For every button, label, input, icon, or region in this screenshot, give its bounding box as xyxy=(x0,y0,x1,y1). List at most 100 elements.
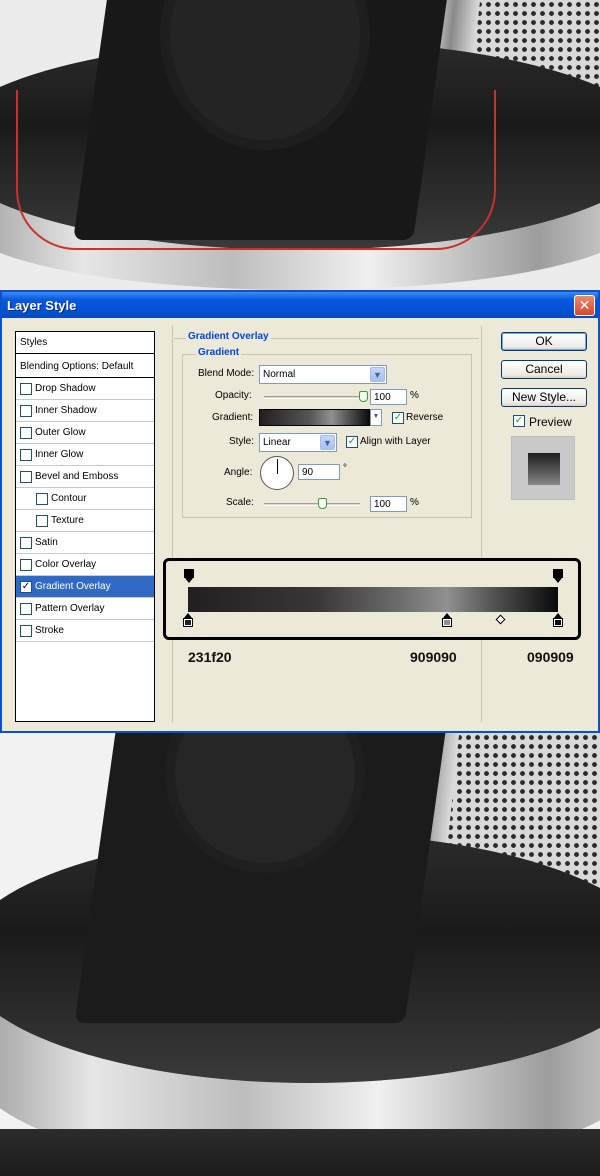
style-item-inner-glow[interactable]: Inner Glow xyxy=(16,444,154,466)
opacity-slider-thumb[interactable] xyxy=(359,391,368,402)
preview-label: Preview xyxy=(529,415,572,429)
gradient-group-title: Gradient xyxy=(196,347,242,358)
opacity-label: Opacity: xyxy=(215,390,252,401)
style-checkbox[interactable] xyxy=(20,625,32,637)
style-item-label: Stroke xyxy=(35,625,64,636)
blending-options-label: Blending Options: Default xyxy=(20,361,134,372)
style-checkbox[interactable] xyxy=(36,493,48,505)
style-item-stroke[interactable]: Stroke xyxy=(16,620,154,642)
scale-slider[interactable] xyxy=(264,503,360,506)
styles-header[interactable]: Styles xyxy=(16,332,154,354)
opacity-stop-tip xyxy=(185,578,193,583)
opacity-slider[interactable] xyxy=(264,396,364,399)
cancel-button[interactable]: Cancel xyxy=(501,360,587,379)
styles-header-label: Styles xyxy=(20,337,48,348)
color-stop-fill xyxy=(185,620,191,625)
preview-checkbox[interactable]: ✓ xyxy=(513,415,525,427)
ok-button[interactable]: OK xyxy=(501,332,587,351)
preview-swatch xyxy=(528,453,560,485)
style-item-gradient-overlay[interactable]: ✓ Gradient Overlay xyxy=(16,576,154,598)
title-bar[interactable]: Layer Style ✕ xyxy=(2,292,598,318)
style-item-inner-shadow[interactable]: Inner Shadow xyxy=(16,400,154,422)
chevron-down-icon: ▼ xyxy=(320,435,335,450)
style-item-label: Drop Shadow xyxy=(35,383,96,394)
color-stop-fill xyxy=(555,620,561,625)
style-item-label: Bevel and Emboss xyxy=(35,471,119,482)
close-button[interactable]: ✕ xyxy=(574,295,595,316)
blend-mode-label: Blend Mode: xyxy=(198,368,255,379)
angle-value: 90 xyxy=(302,467,314,478)
color-stop-fill xyxy=(444,620,450,625)
style-item-label: Texture xyxy=(51,515,84,526)
angle-label: Angle: xyxy=(224,467,253,478)
style-item-color-overlay[interactable]: Color Overlay xyxy=(16,554,154,576)
style-checkbox[interactable] xyxy=(20,603,32,615)
angle-input[interactable]: 90 xyxy=(298,464,340,480)
opacity-value: 100 xyxy=(374,392,391,403)
style-item-outer-glow[interactable]: Outer Glow xyxy=(16,422,154,444)
angle-unit: ° xyxy=(343,463,347,474)
scale-input[interactable]: 100 xyxy=(370,496,407,512)
scale-unit: % xyxy=(410,497,419,508)
blend-mode-select[interactable]: Normal ▼ xyxy=(259,365,387,384)
color-stop-label: 909090 xyxy=(410,649,457,665)
scale-label: Scale: xyxy=(226,497,254,508)
style-checkbox[interactable] xyxy=(20,537,32,549)
chevron-down-icon: ▼ xyxy=(371,410,381,425)
style-checkbox[interactable] xyxy=(20,559,32,571)
color-stop-090909[interactable] xyxy=(553,613,563,627)
color-stop-231f20[interactable] xyxy=(183,613,193,627)
layer-style-dialog: Layer Style ✕ Styles Blending Options: D… xyxy=(0,290,600,733)
gradient-editor-callout xyxy=(163,558,581,640)
check-icon: ✓ xyxy=(393,412,403,423)
style-item-label: Outer Glow xyxy=(35,427,86,438)
style-checkbox[interactable] xyxy=(36,515,48,527)
blending-options[interactable]: Blending Options: Default xyxy=(16,356,154,378)
style-checkbox[interactable]: ✓ xyxy=(20,581,32,593)
opacity-stop-tip xyxy=(554,578,562,583)
new-style-button[interactable]: New Style... xyxy=(501,388,587,407)
blend-mode-value: Normal xyxy=(263,369,296,380)
style-item-label: Color Overlay xyxy=(35,559,97,570)
gradient-midpoint[interactable] xyxy=(495,614,506,625)
check-icon: ✓ xyxy=(347,436,357,447)
style-item-bevel-and-emboss[interactable]: Bevel and Emboss xyxy=(16,466,154,488)
opacity-stop-right[interactable] xyxy=(553,569,563,583)
gradient-dropdown[interactable]: ▼ xyxy=(370,409,382,426)
opacity-stop-body xyxy=(184,569,194,578)
style-item-satin[interactable]: Satin xyxy=(16,532,154,554)
ok-label: OK xyxy=(535,334,553,348)
cancel-label: Cancel xyxy=(525,362,563,376)
style-checkbox[interactable] xyxy=(20,471,32,483)
style-item-texture[interactable]: Texture xyxy=(16,510,154,532)
chevron-down-icon: ▼ xyxy=(370,367,385,382)
style-item-label: Inner Shadow xyxy=(35,405,97,416)
artwork-top xyxy=(0,0,600,290)
style-label: Style: xyxy=(229,436,255,447)
align-layer-checkbox[interactable]: ✓ xyxy=(346,436,358,448)
style-checkbox[interactable] xyxy=(20,427,32,439)
style-item-contour[interactable]: Contour xyxy=(16,488,154,510)
check-icon: ✓ xyxy=(514,415,524,426)
style-checkbox[interactable] xyxy=(20,405,32,417)
base-shadow xyxy=(0,1129,600,1176)
style-item-label: Contour xyxy=(51,493,87,504)
angle-dial[interactable] xyxy=(260,456,294,490)
style-item-drop-shadow[interactable]: Drop Shadow xyxy=(16,378,154,400)
scale-slider-thumb[interactable] xyxy=(318,498,327,509)
style-item-pattern-overlay[interactable]: Pattern Overlay xyxy=(16,598,154,620)
scale-value: 100 xyxy=(374,499,391,510)
opacity-stop-left[interactable] xyxy=(184,569,194,583)
reverse-label: Reverse xyxy=(406,412,444,423)
styles-list: Styles Blending Options: Default Drop Sh… xyxy=(15,331,155,722)
style-checkbox[interactable] xyxy=(20,449,32,461)
opacity-input[interactable]: 100 xyxy=(370,389,407,405)
angle-hand xyxy=(277,459,278,474)
gradient-picker[interactable] xyxy=(259,409,371,426)
color-stop-909090[interactable] xyxy=(442,613,452,627)
style-value: Linear xyxy=(263,437,291,448)
gradient-bar[interactable] xyxy=(188,587,558,612)
style-checkbox[interactable] xyxy=(20,383,32,395)
style-select[interactable]: Linear ▼ xyxy=(259,433,337,452)
reverse-checkbox[interactable]: ✓ xyxy=(392,412,404,424)
